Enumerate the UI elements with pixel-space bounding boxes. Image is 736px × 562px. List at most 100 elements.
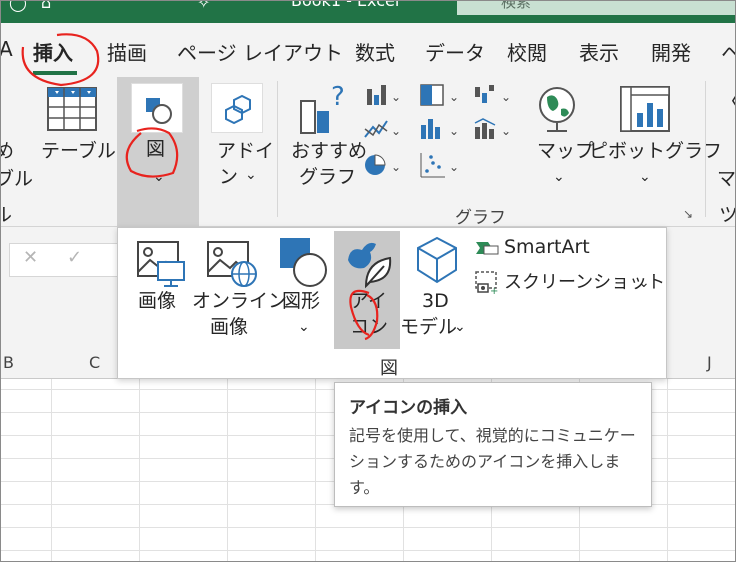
active-tab-indicator xyxy=(33,71,77,75)
svg-text:⌄: ⌄ xyxy=(391,160,401,174)
online-pictures-label-2: 画像 xyxy=(210,316,249,338)
3d-models-label-1: 3D xyxy=(422,290,449,312)
icons-label-2: コン xyxy=(350,316,389,338)
online-pictures-button[interactable] xyxy=(204,238,260,292)
combo-chart-icon: ⌄ xyxy=(474,118,511,139)
svg-text:⌄: ⌄ xyxy=(449,90,459,104)
chevron-down-icon: ⌄ xyxy=(553,169,565,185)
tab-page-layout[interactable]: ページ レイアウト xyxy=(177,37,343,66)
column-chart-icon: ⌄ xyxy=(367,85,401,105)
statistic-chart-icon: ⌄ xyxy=(421,119,459,139)
recommended-charts-label-2: グラフ xyxy=(299,166,357,188)
pivot-chart-label: ピボットグラフ xyxy=(589,140,723,162)
partial-label-3: ル xyxy=(1,203,12,227)
tab-insert[interactable]: 挿入 xyxy=(33,37,73,66)
ribbon-separator xyxy=(277,81,278,217)
3d-models-label-2: モデル xyxy=(400,316,458,338)
icons-tooltip: アイコンの挿入 記号を使用して、視覚的にコミュニケーションするためのアイコンを挿… xyxy=(334,382,652,507)
pivot-chart-icon xyxy=(620,86,670,132)
pie-chart-icon: ⌄ xyxy=(365,154,401,175)
table-button[interactable] xyxy=(45,83,99,137)
map-label: マップ xyxy=(537,140,595,162)
recommended-charts-icon: ? xyxy=(300,82,345,134)
svg-text:⌄: ⌄ xyxy=(449,160,459,174)
tab-help-partial[interactable]: ヘ xyxy=(721,37,735,66)
shapes-small-icon xyxy=(146,98,172,124)
column-header-j[interactable]: J xyxy=(707,353,712,372)
icons-label-1: アイ xyxy=(350,290,388,312)
online-picture-icon xyxy=(207,241,257,287)
recommended-charts-button[interactable]: ? xyxy=(297,82,351,141)
chevron-down-icon: ⌄ xyxy=(245,167,257,183)
chevron-down-icon: ⌄ xyxy=(153,169,165,185)
shapes-button[interactable] xyxy=(276,234,330,292)
tab-formulas[interactable]: 数式 xyxy=(355,37,395,66)
window-title: Book1 - Excel xyxy=(291,1,399,10)
ribbon-separator xyxy=(705,81,706,217)
charts-group-label: グラフ xyxy=(455,208,506,228)
search-placeholder: 検索 xyxy=(501,1,532,11)
chevron-down-icon: ⌄ xyxy=(298,319,310,335)
addins-icon-box[interactable] xyxy=(211,83,263,133)
partial-label-1: め xyxy=(1,139,14,163)
recommended-charts-label-1: おすすめ xyxy=(291,140,368,162)
tab-view[interactable]: 表示 xyxy=(579,37,619,66)
tab-data[interactable]: データ xyxy=(425,37,485,66)
ribbon-tabs: A 挿入 描画 ページ レイアウト 数式 データ 校閲 表示 開発 ヘ xyxy=(1,23,735,77)
shapes-icon xyxy=(280,238,327,287)
tab-review[interactable]: 校閲 xyxy=(507,37,547,66)
tooltip-body: 記号を使用して、視覚的にコミュニケーションするためのアイコンを挿入します。 xyxy=(349,426,636,497)
confirm-icon[interactable]: ✓ xyxy=(67,247,82,268)
addins-label-1: アドイ xyxy=(217,140,275,162)
customize-qat-icon[interactable]: ✧ xyxy=(197,1,210,12)
svg-text:⌄: ⌄ xyxy=(501,90,511,104)
svg-text:?: ? xyxy=(331,83,345,112)
table-icon xyxy=(47,87,97,131)
addins-label-2: ン xyxy=(219,166,239,188)
cancel-icon[interactable]: ✕ xyxy=(23,247,38,268)
pictures-label: 画像 xyxy=(138,290,177,312)
pivot-chart-button[interactable] xyxy=(617,83,673,141)
partial-label-2: ブル xyxy=(1,168,34,190)
map-button[interactable] xyxy=(533,83,583,141)
chevron-down-icon: ⌄ xyxy=(639,169,651,185)
globe-icon xyxy=(539,87,575,132)
svg-text:+: + xyxy=(490,286,498,296)
tab-home-partial[interactable]: A xyxy=(1,37,13,61)
illustrations-icon-box xyxy=(131,83,183,133)
tab-draw[interactable]: 描画 xyxy=(107,37,147,66)
cube-icon xyxy=(417,236,457,284)
save-icon[interactable]: ⌂ xyxy=(41,1,51,12)
icons-graphic xyxy=(340,236,396,294)
excel-window: ◯ ⌂ ✧ Book1 - Excel 検索 A 挿入 描画 ページ レイアウト… xyxy=(0,0,736,562)
dialog-launcher-icon[interactable]: ↘ xyxy=(683,207,693,221)
illustrations-dropdown: 画像 オンライン 画像 図形 ⌄ アイ コン 3D モデル ⌄ SmartArt… xyxy=(117,227,667,379)
smartart-label[interactable]: SmartArt xyxy=(504,234,590,260)
ribbon-insert: め ブル ル テーブル 図 ⌄ xyxy=(1,77,735,228)
tooltip-title: アイコンの挿入 xyxy=(349,398,468,418)
svg-text:⌄: ⌄ xyxy=(391,90,401,104)
shapes-label: 図形 xyxy=(282,290,321,312)
autosave-icon[interactable]: ◯ xyxy=(9,1,27,12)
search-box[interactable] xyxy=(457,1,735,15)
svg-text:⌄: ⌄ xyxy=(391,124,401,138)
pictures-button[interactable] xyxy=(134,238,188,292)
illustrations-label: 図 xyxy=(146,138,166,160)
tab-developer[interactable]: 開発 xyxy=(651,37,691,66)
svg-text:⌄: ⌄ xyxy=(449,124,459,138)
partial-sparkline-icon[interactable]: 〈 xyxy=(719,91,735,115)
smartart-icon xyxy=(476,242,499,255)
3d-models-button[interactable] xyxy=(412,234,462,292)
column-header-b[interactable]: B xyxy=(3,353,14,372)
illustrations-group-label: 図 xyxy=(380,358,398,379)
chevron-down-icon: ⌄ xyxy=(454,319,466,335)
picture-icon xyxy=(137,241,185,287)
chevron-down-icon: ⌄ xyxy=(638,275,650,291)
table-label: テーブル xyxy=(41,140,116,162)
bird-leaf-icon xyxy=(348,242,392,289)
column-header-c[interactable]: C xyxy=(89,353,100,372)
chart-type-buttons[interactable]: ⌄ ⌄ ⌄ ⌄ ⌄ ⌄ ⌄ ⌄ xyxy=(361,83,521,193)
line-chart-icon: ⌄ xyxy=(364,120,401,138)
online-pictures-label-1: オンライン xyxy=(192,290,288,312)
screenshot-icon: + xyxy=(475,271,498,296)
